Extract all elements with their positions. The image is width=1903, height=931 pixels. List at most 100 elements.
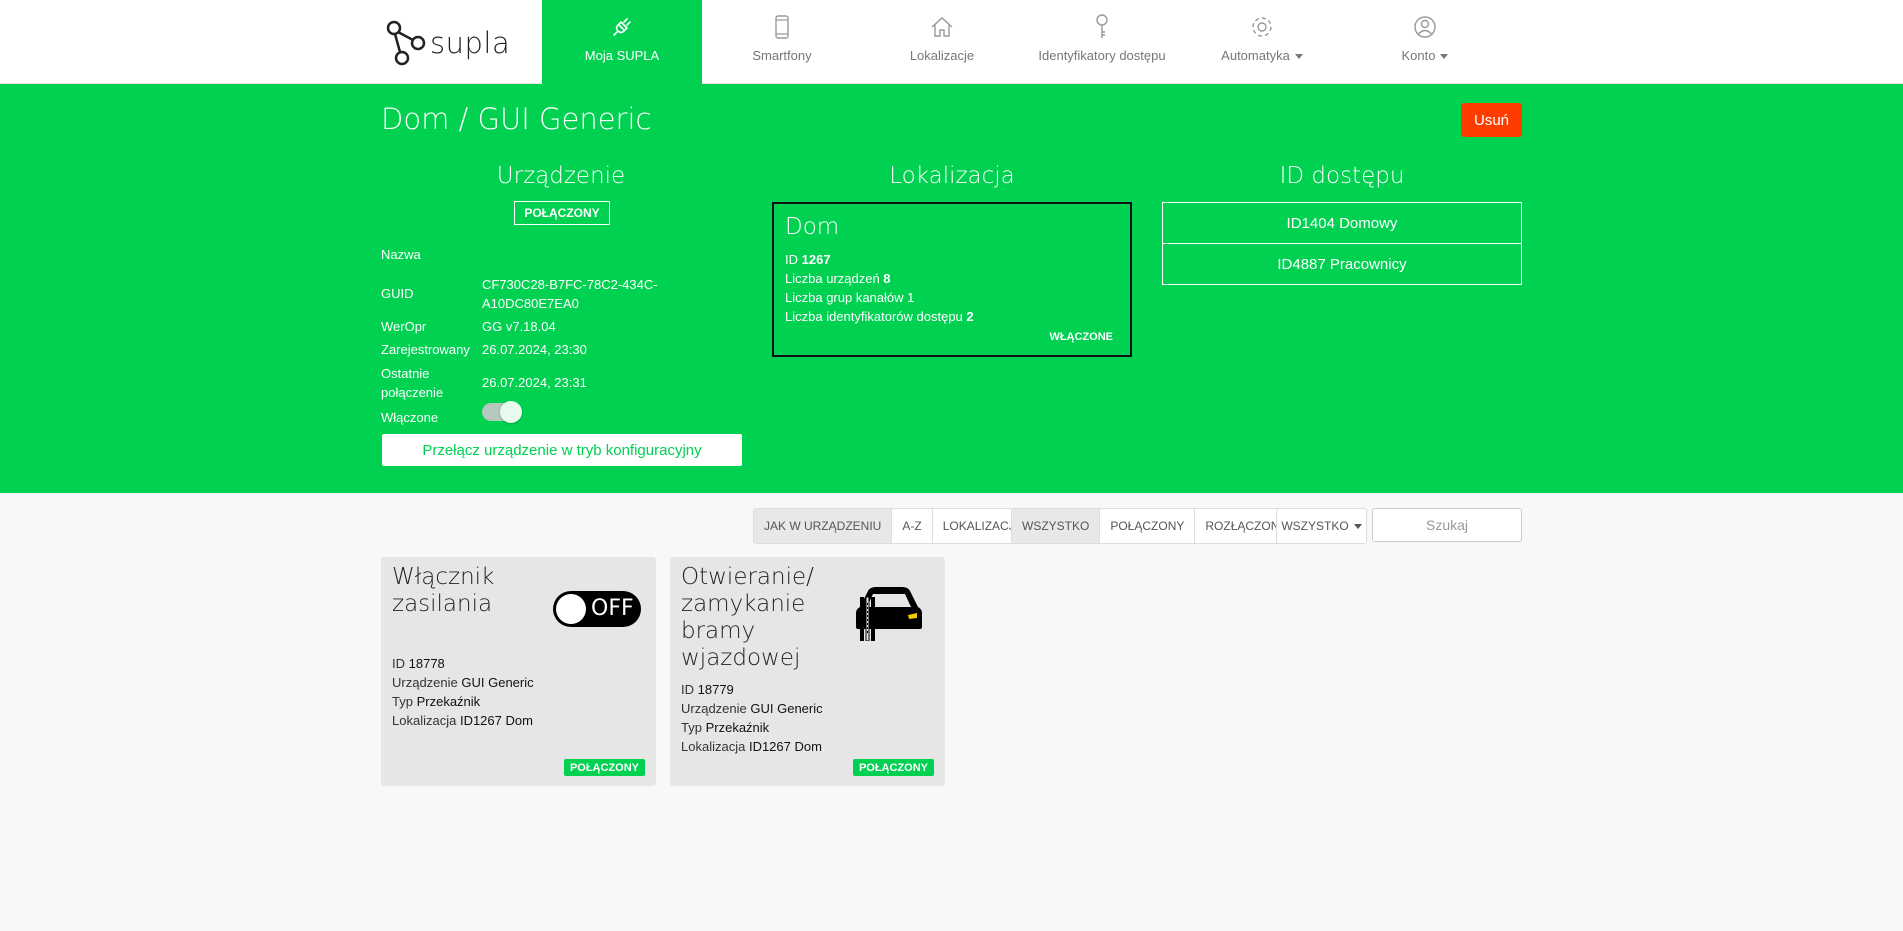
gear-icon [1249, 14, 1275, 40]
value: ID1267 Dom [748, 739, 822, 754]
nav-item-label: Identyfikatory dostępu [1038, 48, 1166, 63]
value: 18779 [697, 682, 734, 697]
value: 2 [966, 309, 974, 324]
location-card[interactable]: Dom ID 1267 Liczba urządzeń 8 Liczba gru… [772, 202, 1132, 357]
label: Liczba identyfikatorów dostępu [785, 309, 963, 324]
title-line: wjazdowej [681, 645, 801, 671]
label: Lokalizacja [681, 739, 746, 754]
field-label-ostatnie-polaczenie: Ostatnie połączenie [381, 364, 443, 402]
chevron-down-icon [1353, 523, 1362, 529]
chevron-down-icon [1294, 54, 1303, 60]
supla-logo-icon [386, 20, 426, 66]
title-line: Włącznik [392, 564, 495, 590]
channel-type-line: Typ Przekaźnik [392, 694, 480, 709]
title-line: bramy [681, 618, 756, 644]
nav-item-konto[interactable]: Konto [1342, 0, 1508, 84]
location-heading: Lokalizacja [889, 163, 1015, 189]
delete-button[interactable]: Usuń [1461, 103, 1522, 137]
label: Lokalizacja [392, 713, 457, 728]
nav-item-automatyka[interactable]: Automatyka [1182, 0, 1342, 84]
sort-az-button[interactable]: A-Z [891, 509, 931, 543]
dropdown-label: WSZYSTKO [1281, 519, 1349, 533]
logo-text: supla [430, 26, 511, 60]
value: GUI Generic [750, 701, 823, 716]
nav-item-lokalizacje[interactable]: Lokalizacje [862, 0, 1022, 84]
guid-line-2: A10DC80E7EA0 [482, 296, 579, 311]
filter-connected-button[interactable]: POŁĄCZONY [1099, 509, 1194, 543]
device-heading: Urządzenie [496, 163, 626, 189]
label: ID [392, 656, 405, 671]
access-id-item[interactable]: ID1404 Domowy [1162, 202, 1522, 244]
label: Urządzenie [681, 701, 747, 716]
nav-item-label: Automatyka [1221, 48, 1290, 63]
channel-location-line: Lokalizacja ID1267 Dom [681, 739, 822, 754]
switch-knob [556, 594, 586, 624]
supla-logo[interactable]: supla [386, 20, 510, 66]
nav-item-smartfony[interactable]: Smartfony [702, 0, 862, 84]
sort-button-group: JAK W URZĄDZENIU A-Z LOKALIZACJA [753, 508, 1034, 544]
nav-item-label: Konto [1401, 48, 1436, 63]
nav-item-label: Lokalizacje [909, 48, 975, 63]
title-line: zasilania [392, 591, 493, 617]
enabled-toggle[interactable] [482, 401, 522, 423]
channel-title: Włącznik zasilania [392, 564, 494, 618]
key-icon [1089, 14, 1115, 40]
page-title: Dom / GUI Generic [381, 102, 652, 136]
user-icon [1412, 14, 1438, 40]
connection-filter-group: WSZYSTKO POŁĄCZONY ROZŁĄCZONY [1011, 508, 1299, 544]
nav-item-moja-supla[interactable]: Moja SUPLA [542, 0, 702, 84]
home-icon [929, 14, 955, 40]
access-id-item[interactable]: ID4887 Pracownicy [1162, 243, 1522, 285]
location-groups-line: Liczba grup kanałów 1 [785, 290, 914, 305]
location-name: Dom [785, 214, 840, 240]
gate-car-icon [856, 587, 922, 641]
search-input[interactable] [1372, 508, 1522, 542]
field-value-zarejestrowany: 26.07.2024, 23:30 [482, 342, 587, 357]
chevron-down-icon [1440, 54, 1449, 60]
channel-card[interactable]: Włącznik zasilania OFF ID 18778 Urządzen… [381, 557, 656, 786]
field-label-weropr: WerOpr [381, 319, 427, 334]
label: Liczba urządzeń [785, 271, 880, 286]
guid-line-1: CF730C28-B7FC-78C2-434C- [482, 277, 658, 292]
nav-item-identyfikatory[interactable]: Identyfikatory dostępu [1022, 0, 1182, 84]
sort-device-order-button[interactable]: JAK W URZĄDZENIU [754, 509, 892, 543]
value: GUI Generic [461, 675, 534, 690]
label: Typ [392, 694, 413, 709]
channel-location-line: Lokalizacja ID1267 Dom [392, 713, 533, 728]
top-navbar: supla Moja SUPLA Smartfony Lokalizacje I… [0, 0, 1903, 84]
access-ids-heading: ID dostępu [1279, 163, 1405, 189]
switch-state-text: OFF [591, 596, 634, 621]
status-badge: POŁĄCZONY [852, 759, 934, 776]
value: 1 [907, 290, 915, 305]
label: Typ [681, 720, 702, 735]
label: Liczba grup kanałów [785, 290, 904, 305]
field-label-guid: GUID [381, 286, 414, 301]
field-value-ostatnie-polaczenie: 26.07.2024, 23:31 [482, 375, 587, 390]
value: 1267 [801, 252, 831, 267]
label-line-1: Ostatnie [381, 366, 430, 381]
value: ID1267 Dom [459, 713, 533, 728]
nav-item-label: Smartfony [752, 48, 812, 63]
channel-device-line: Urządzenie GUI Generic [681, 701, 823, 716]
channel-id-line: ID 18778 [392, 656, 445, 671]
label: ID [785, 252, 798, 267]
smartphone-icon [769, 14, 795, 40]
location-access-line: Liczba identyfikatorów dostępu 2 [785, 309, 974, 324]
field-label-nazwa: Nazwa [381, 247, 421, 262]
device-status-badge: POŁĄCZONY [514, 201, 610, 225]
power-switch-off-icon: OFF [553, 591, 641, 627]
channel-device-line: Urządzenie GUI Generic [392, 675, 534, 690]
location-devices-line: Liczba urządzeń 8 [785, 271, 891, 286]
function-filter-dropdown[interactable]: WSZYSTKO [1276, 508, 1367, 544]
config-mode-button[interactable]: Przełącz urządzenie w tryb konfiguracyjn… [382, 434, 742, 466]
channel-title: Otwieranie/ zamykanie bramy wjazdowej [681, 564, 814, 672]
toggle-knob [500, 401, 522, 423]
label: ID [681, 682, 694, 697]
label: Urządzenie [392, 675, 458, 690]
value: Przekaźnik [705, 720, 770, 735]
field-label-wlaczone: Włączone [381, 410, 439, 425]
filter-all-button[interactable]: WSZYSTKO [1012, 509, 1100, 543]
label-line-2: połączenie [381, 385, 444, 400]
field-value-weropr: GG v7.18.04 [482, 319, 556, 334]
channel-card[interactable]: Otwieranie/ zamykanie bramy wjazdowej ID… [670, 557, 945, 786]
